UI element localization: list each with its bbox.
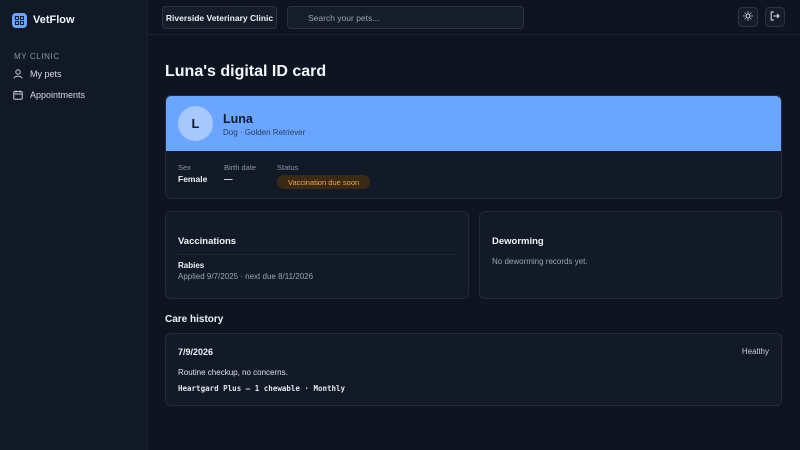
sidebar-item-label: My pets — [30, 69, 62, 79]
birth-date-label: Birth date — [224, 163, 257, 172]
history-date: 7/9/2026 — [178, 347, 214, 357]
sidebar: VetFlow MY CLINIC My pets Appointments — [0, 0, 148, 450]
sex-value: Female — [178, 174, 208, 184]
status-badge: Vaccination due soon — [277, 175, 371, 189]
history-status: Healthy — [741, 347, 769, 356]
pet-species-breed: Dog · Golden Retriever — [223, 128, 306, 137]
sun-icon — [743, 8, 753, 26]
divider — [178, 254, 456, 255]
history-medication: Heartgard Plus — 1 chewable · Monthly — [178, 384, 346, 393]
vaccinations-title: Vaccinations — [178, 236, 237, 247]
birth-date-value: — — [224, 174, 233, 184]
deworming-card: Deworming No deworming records yet. — [479, 211, 782, 299]
deworming-empty-text: No deworming records yet. — [492, 257, 588, 266]
sidebar-item-label: Appointments — [30, 90, 86, 100]
vaccine-detail: Applied 9/7/2025 · next due 8/11/2026 — [178, 272, 314, 281]
history-note: Routine checkup, no concerns. — [178, 368, 288, 377]
logout-button[interactable] — [765, 7, 785, 27]
care-history-entry: 7/9/2026 Healthy Routine checkup, no con… — [165, 333, 782, 406]
brand-name: VetFlow — [33, 14, 75, 26]
vaccine-name: Rabies — [178, 261, 205, 270]
pet-id-card: L Luna Dog · Golden Retriever Sex Female… — [165, 95, 782, 199]
theme-toggle-button[interactable] — [738, 7, 758, 27]
avatar: L — [178, 106, 213, 141]
search-input[interactable] — [287, 6, 524, 29]
page-title: Luna's digital ID card — [165, 63, 327, 80]
clinic-selector-button[interactable]: Riverside Veterinary Clinic — [162, 6, 277, 29]
brand[interactable]: VetFlow — [12, 12, 75, 28]
calendar-icon — [13, 90, 23, 100]
grid-icon — [12, 12, 27, 28]
id-card-header: L Luna Dog · Golden Retriever — [166, 96, 781, 151]
sidebar-item-appointments[interactable]: Appointments — [13, 88, 85, 102]
nav-section-label: MY CLINIC — [14, 52, 60, 61]
person-icon — [13, 69, 23, 79]
pet-name: Luna — [223, 112, 253, 126]
vaccinations-card: Vaccinations Rabies Applied 9/7/2025 · n… — [165, 211, 469, 299]
care-history-title: Care history — [165, 314, 224, 325]
status-label: Status — [277, 163, 299, 172]
sex-label: Sex — [178, 163, 191, 172]
sidebar-item-my-pets[interactable]: My pets — [13, 67, 62, 81]
topbar: Riverside Veterinary Clinic — [148, 0, 800, 35]
deworming-title: Deworming — [492, 236, 544, 247]
logout-icon — [770, 8, 780, 26]
